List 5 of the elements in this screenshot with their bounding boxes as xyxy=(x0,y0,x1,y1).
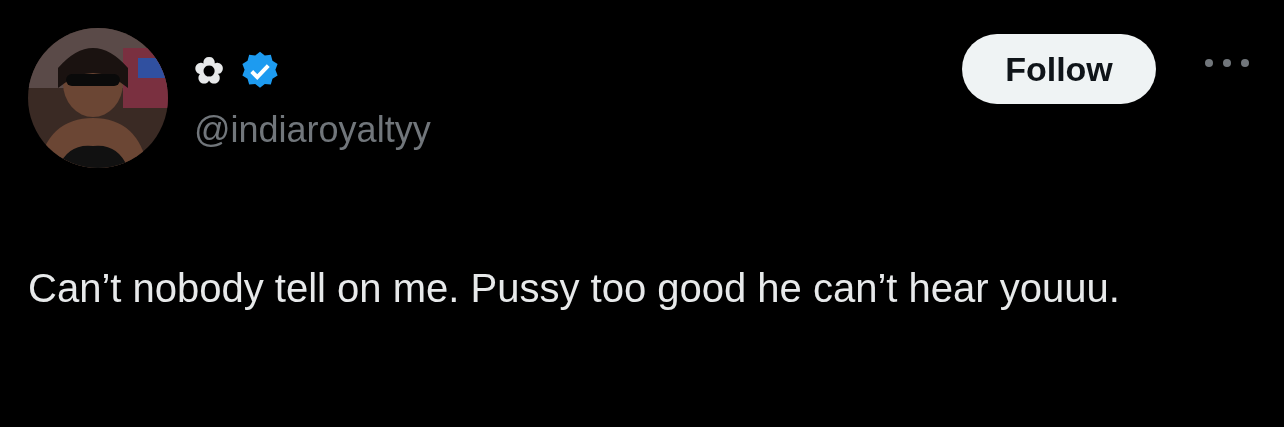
user-handle[interactable]: @indiaroyaltyy xyxy=(194,110,936,150)
tweet-text: Can’t nobody tell on me. Pussy too good he can’t hear youuu. xyxy=(28,265,1121,312)
follow-button[interactable]: Follow xyxy=(962,34,1156,104)
display-name: ✿ xyxy=(194,53,224,89)
more-options-icon[interactable] xyxy=(1204,58,1250,68)
